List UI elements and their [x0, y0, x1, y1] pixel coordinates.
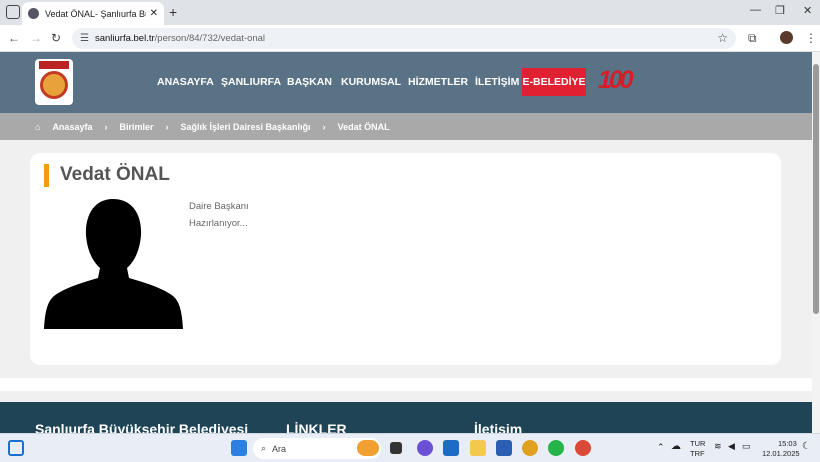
minimize-icon[interactable]: —: [750, 4, 761, 16]
url-bar[interactable]: ☰ sanliurfa.bel.tr/person/84/732/vedat-o…: [72, 28, 736, 49]
clock-date[interactable]: 12.01.2025: [762, 449, 800, 458]
nav-item-baskan[interactable]: BAŞKAN: [287, 76, 332, 88]
browser-tab[interactable]: Vedat ÖNAL- Şanlıurfa Büyükşehir Belediy…: [22, 2, 164, 25]
breadcrumb-home[interactable]: Anasayfa: [52, 122, 92, 132]
nav-item-sanliurfa[interactable]: ŞANLIURFA: [221, 76, 281, 88]
site-info-icon[interactable]: ☰: [80, 33, 89, 44]
forward-icon[interactable]: →: [30, 31, 42, 45]
breadcrumb-birimler[interactable]: Birimler: [119, 122, 153, 132]
close-window-icon[interactable]: ✕: [803, 4, 812, 17]
person-role: Daire Başkanı: [189, 201, 249, 212]
windows-start-icon[interactable]: [231, 440, 247, 456]
wifi-icon[interactable]: ≋: [714, 441, 722, 452]
search-highlight-icon: [357, 440, 379, 456]
tab-title: Vedat ÖNAL- Şanlıurfa Büyükşehir Belediy…: [45, 8, 146, 19]
footer-title-contact: İletişim: [474, 421, 523, 433]
url-path: /person/84/732/vedat-onal: [154, 33, 266, 44]
title-accent-bar: [44, 164, 49, 187]
whatsapp-icon[interactable]: [548, 440, 564, 456]
task-view-icon[interactable]: [390, 442, 402, 454]
tab-search-icon[interactable]: [6, 5, 20, 19]
municipality-logo[interactable]: [35, 59, 73, 105]
windows-taskbar: ⌕ Ara ⌃ ☁ TUR TRF ≋ ◀ ▭ 15:03 12.01.2025…: [0, 433, 820, 462]
url-host: sanliurfa.bel.tr: [94, 33, 155, 44]
profile-avatar[interactable]: [780, 31, 793, 44]
site-header: ANASAYFA ŞANLIURFA BAŞKAN KURUMSAL HİZME…: [0, 52, 812, 113]
chrome-icon[interactable]: [522, 440, 538, 456]
file-explorer-icon[interactable]: [470, 440, 486, 456]
lang-indicator[interactable]: TUR: [690, 439, 705, 448]
ebelediye-button[interactable]: E-BELEDİYE: [522, 68, 586, 96]
tab-close-icon[interactable]: ✕: [150, 8, 158, 19]
tray-overflow-icon[interactable]: ⌃: [657, 442, 665, 453]
widgets-icon[interactable]: [8, 440, 24, 456]
battery-icon[interactable]: ▭: [742, 441, 751, 452]
person-name: Vedat ÖNAL: [60, 164, 170, 185]
nav-item-iletisim[interactable]: İLETİŞİM: [475, 76, 519, 88]
keyboard-indicator[interactable]: TRF: [690, 449, 705, 458]
back-icon[interactable]: ←: [8, 31, 20, 45]
notification-icon[interactable]: ☾: [802, 441, 811, 452]
breadcrumb-current: Vedat ÖNAL: [337, 121, 390, 132]
person-card: Vedat ÖNAL Daire Başkanı Hazırlanıyor...: [30, 153, 781, 365]
centennial-number: 100: [598, 66, 634, 94]
centennial-logo: 100: [598, 66, 634, 95]
clock-time[interactable]: 15:03: [778, 439, 797, 448]
weather-icon[interactable]: ☁: [671, 441, 681, 452]
bookmark-star-icon[interactable]: ☆: [717, 31, 728, 45]
webpage: ANASAYFA ŞANLIURFA BAŞKAN KURUMSAL HİZME…: [0, 52, 812, 433]
breadcrumb-department[interactable]: Sağlık İşleri Dairesi Başkanlığı: [180, 122, 310, 132]
person-silhouette-icon: [44, 199, 183, 329]
nav-item-hizmetler[interactable]: HİZMETLER: [408, 76, 468, 88]
divider-band: [0, 378, 812, 391]
site-footer: Şanlıurfa Büyükşehir Belediyesi LİNKLER …: [0, 402, 812, 433]
teams-icon[interactable]: [417, 440, 433, 456]
search-icon: ⌕: [261, 443, 267, 453]
word-icon[interactable]: [496, 440, 512, 456]
scrollbar-thumb[interactable]: [813, 64, 819, 314]
new-tab-icon[interactable]: +: [169, 4, 177, 20]
browser-menu-icon[interactable]: ⋮: [805, 31, 817, 45]
person-note: Hazırlanıyor...: [189, 218, 248, 229]
breadcrumb-separator-icon: ›: [104, 121, 108, 132]
footer-title-links: LİNKLER: [286, 421, 347, 433]
chrome-active-icon[interactable]: [575, 440, 591, 456]
extensions-icon[interactable]: ⧉: [748, 31, 757, 46]
nav-item-anasayfa[interactable]: ANASAYFA: [157, 76, 214, 88]
site-favicon-icon: [28, 8, 39, 19]
volume-icon[interactable]: ◀: [728, 441, 735, 452]
footer-title-municipality: Şanlıurfa Büyükşehir Belediyesi: [35, 421, 249, 433]
page-scrollbar[interactable]: [812, 52, 820, 433]
home-icon: ⌂: [35, 121, 41, 132]
breadcrumb-separator-icon: ›: [322, 121, 326, 132]
outlook-icon[interactable]: [443, 440, 459, 456]
reload-icon[interactable]: ↻: [51, 31, 61, 45]
breadcrumb-separator-icon: ›: [165, 121, 169, 132]
browser-tab-strip: Vedat ÖNAL- Şanlıurfa Büyükşehir Belediy…: [0, 0, 820, 25]
breadcrumb: ⌂ Anasayfa › Birimler › Sağlık İşleri Da…: [0, 113, 812, 140]
address-toolbar: ← → ↻ ☰ sanliurfa.bel.tr/person/84/732/v…: [0, 25, 820, 52]
maximize-icon[interactable]: ❐: [775, 4, 785, 17]
nav-item-kurumsal[interactable]: KURUMSAL: [341, 76, 401, 88]
search-placeholder: Ara: [272, 443, 287, 454]
